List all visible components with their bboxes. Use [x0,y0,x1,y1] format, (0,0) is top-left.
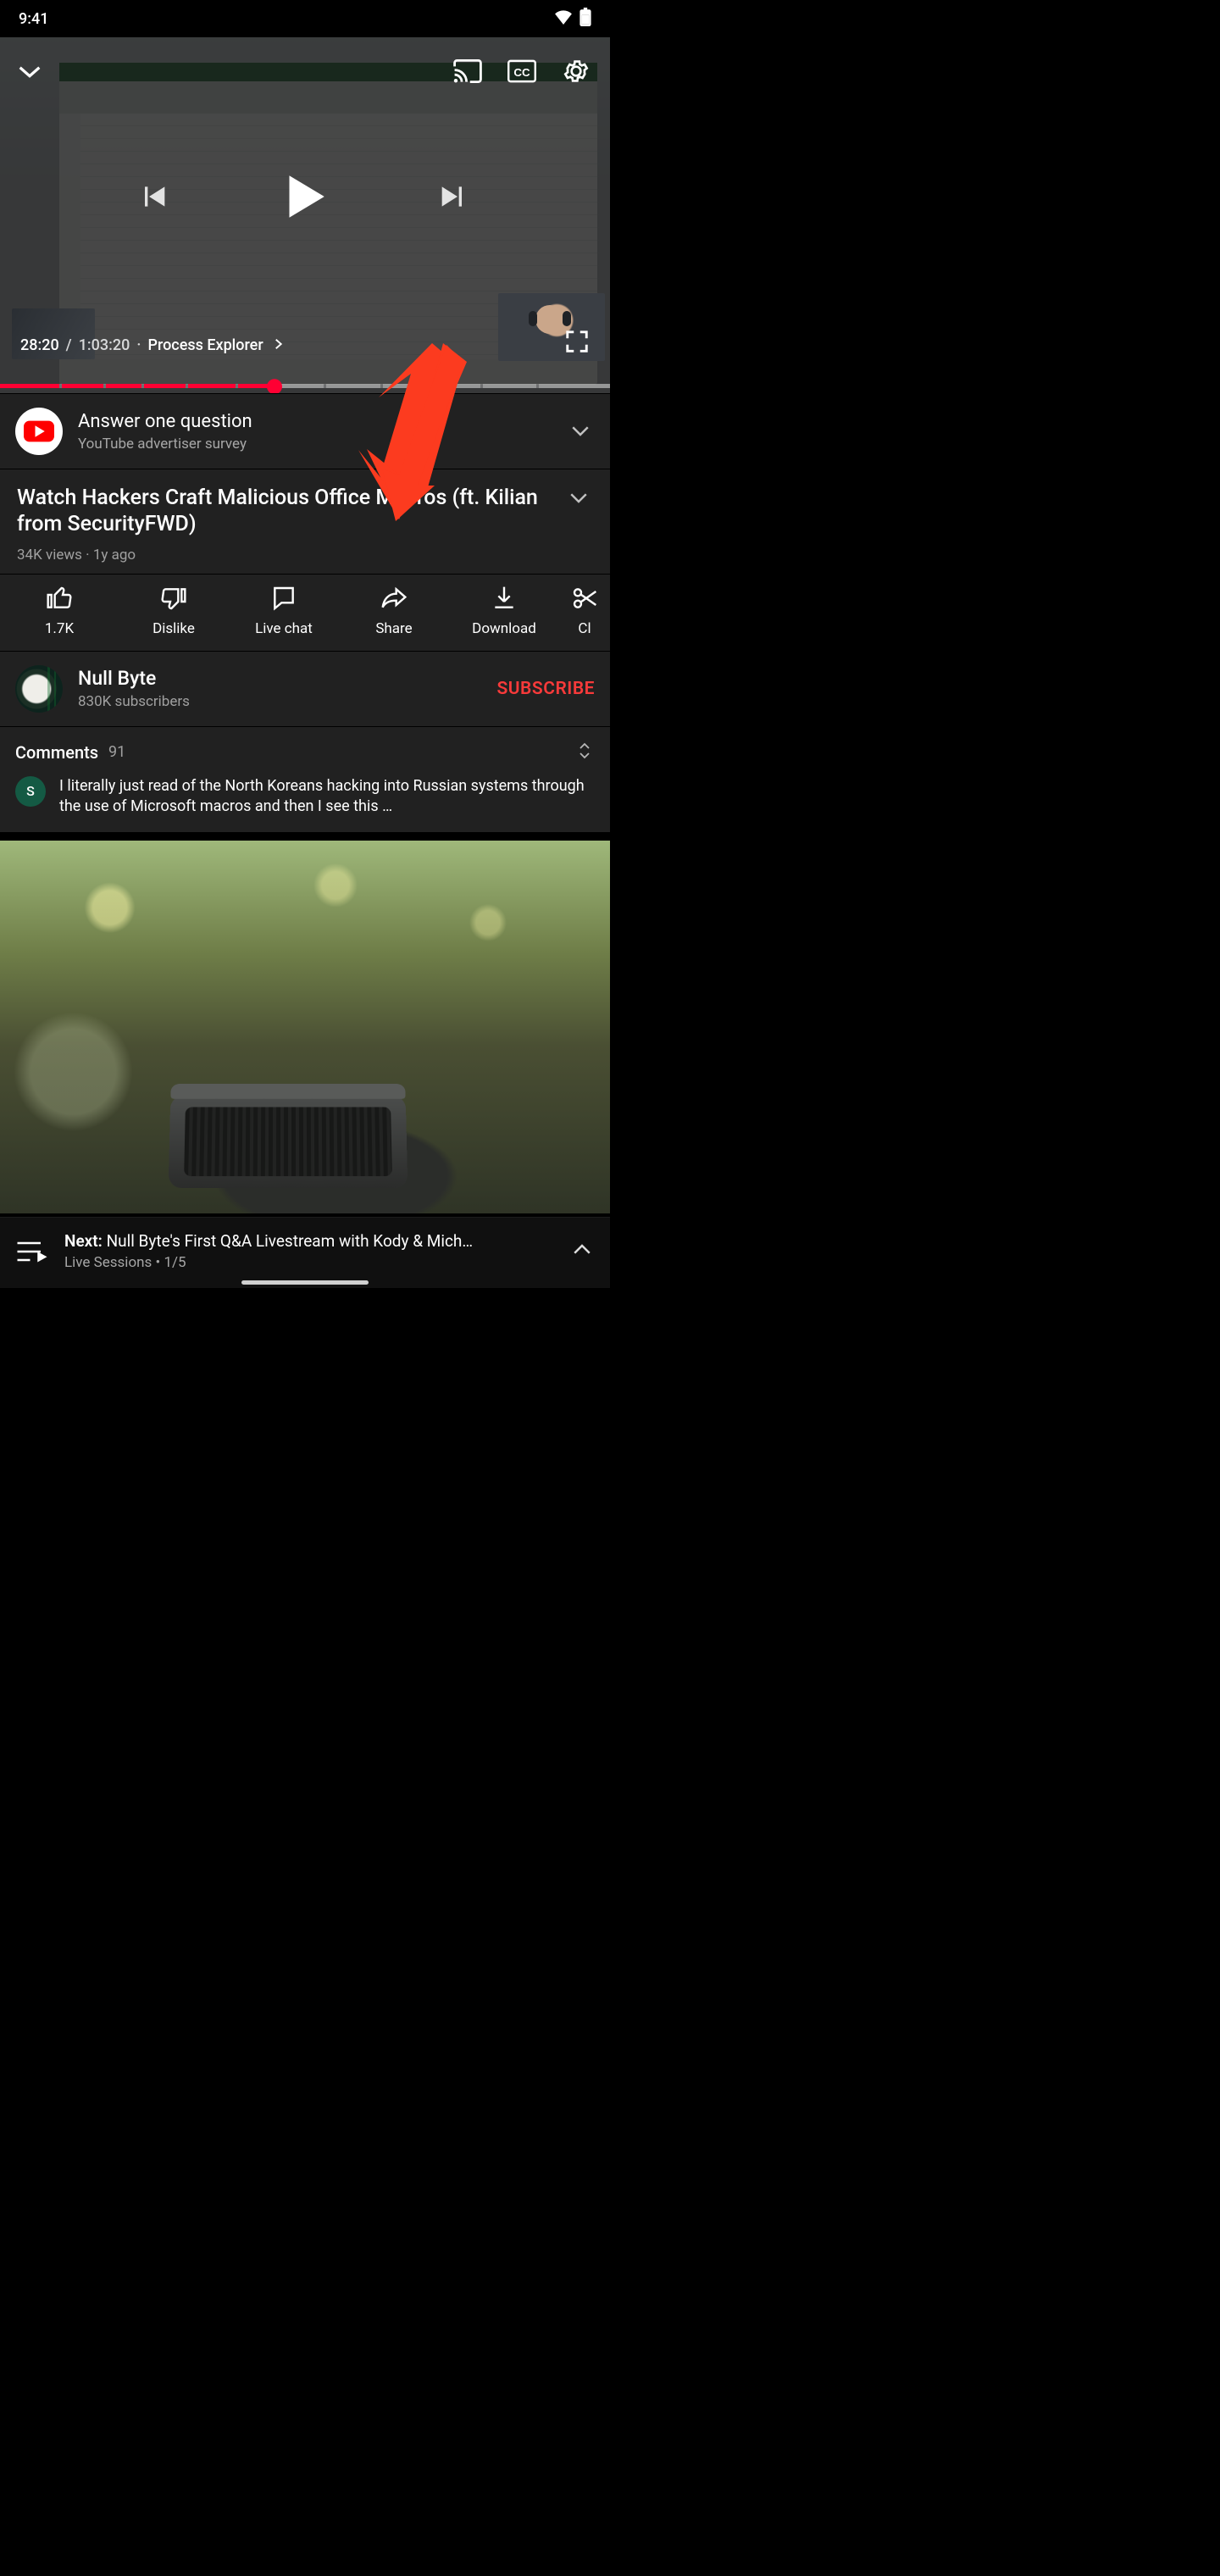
download-label: Download [472,620,536,637]
gesture-bar[interactable] [241,1280,369,1285]
progress-bar[interactable] [0,384,610,388]
next-button[interactable] [436,180,474,217]
clock: 9:41 [19,10,48,28]
time-separator: / [66,336,72,354]
channel-avatar[interactable] [15,665,63,713]
upload-age: 1y ago [93,547,136,564]
comments-section[interactable]: Comments 91 S I literally just read of t… [0,727,610,841]
related-video-thumb[interactable] [0,841,610,1213]
livechat-button[interactable]: Live chat [229,585,339,637]
status-bar: 9:41 [0,0,610,37]
upnext-title: Null Byte's First Q&A Livestream with Ko… [107,1231,474,1251]
current-time: 28:20 [20,336,59,354]
commenter-avatar: S [15,776,46,807]
clip-button[interactable]: Cl [559,585,610,637]
dislike-button[interactable]: Dislike [119,585,229,637]
chevron-right-icon[interactable] [270,336,286,354]
clip-label: Cl [578,620,591,637]
download-button[interactable]: Download [449,585,559,637]
action-row: 1.7K Dislike Live chat Share Download Cl [0,575,610,652]
upnext-title-line: Next: Null Byte's First Q&A Livestream w… [64,1231,554,1251]
chapter-dot: · [136,336,141,354]
playlist-icon[interactable] [15,1240,49,1263]
channel-name[interactable]: Null Byte [78,667,481,690]
fullscreen-button[interactable] [564,329,591,356]
duration: 1:03:20 [79,336,130,354]
upnext-position: 1/5 [164,1254,186,1271]
battery-icon [580,8,591,31]
subscribe-button[interactable]: SUBSCRIBE [496,679,595,699]
expand-comments-icon[interactable] [574,741,595,764]
view-count: 34K views [17,547,82,564]
related-video-subject [169,1096,408,1188]
like-button[interactable]: 1.7K [0,585,119,637]
channel-row[interactable]: Null Byte 830K subscribers SUBSCRIBE [0,652,610,727]
upnext-playlist-line: Live Sessions • 1/5 [64,1254,554,1271]
expand-description-button[interactable] [566,485,593,512]
like-count: 1.7K [45,620,74,637]
upnext-prefix: Next: [64,1231,103,1251]
survey-title: Answer one question [78,411,552,432]
scrubber-handle[interactable] [267,379,282,393]
upnext-bar[interactable]: Next: Null Byte's First Q&A Livestream w… [0,1217,610,1288]
youtube-icon [15,408,63,455]
video-stats: 34K views · 1y ago [17,547,593,564]
comments-label: Comments [15,742,98,763]
video-player[interactable]: CC 28:20 / 1:03:20 · Process Explorer [0,37,610,393]
survey-subtitle: YouTube advertiser survey [78,436,552,452]
subscriber-count: 830K subscribers [78,693,481,710]
chevron-down-icon[interactable] [568,418,595,445]
time-row: 28:20 / 1:03:20 · Process Explorer [20,336,286,354]
share-button[interactable]: Share [339,585,449,637]
livechat-label: Live chat [255,620,313,637]
share-label: Share [375,620,412,637]
dislike-label: Dislike [152,620,195,637]
top-comment-text: I literally just read of the North Korea… [59,776,595,818]
chevron-up-icon[interactable] [569,1237,595,1266]
upnext-playlist: Live Sessions [64,1254,152,1271]
video-title: Watch Hackers Craft Malicious Office Mac… [17,485,554,538]
previous-button[interactable] [136,180,174,217]
video-meta[interactable]: Watch Hackers Craft Malicious Office Mac… [0,469,610,575]
status-indicators [554,8,591,31]
comments-count: 91 [108,743,125,761]
survey-card[interactable]: Answer one question YouTube advertiser s… [0,393,610,469]
wifi-icon [554,9,573,29]
chapter-name[interactable]: Process Explorer [147,336,263,354]
play-button[interactable] [275,169,335,228]
